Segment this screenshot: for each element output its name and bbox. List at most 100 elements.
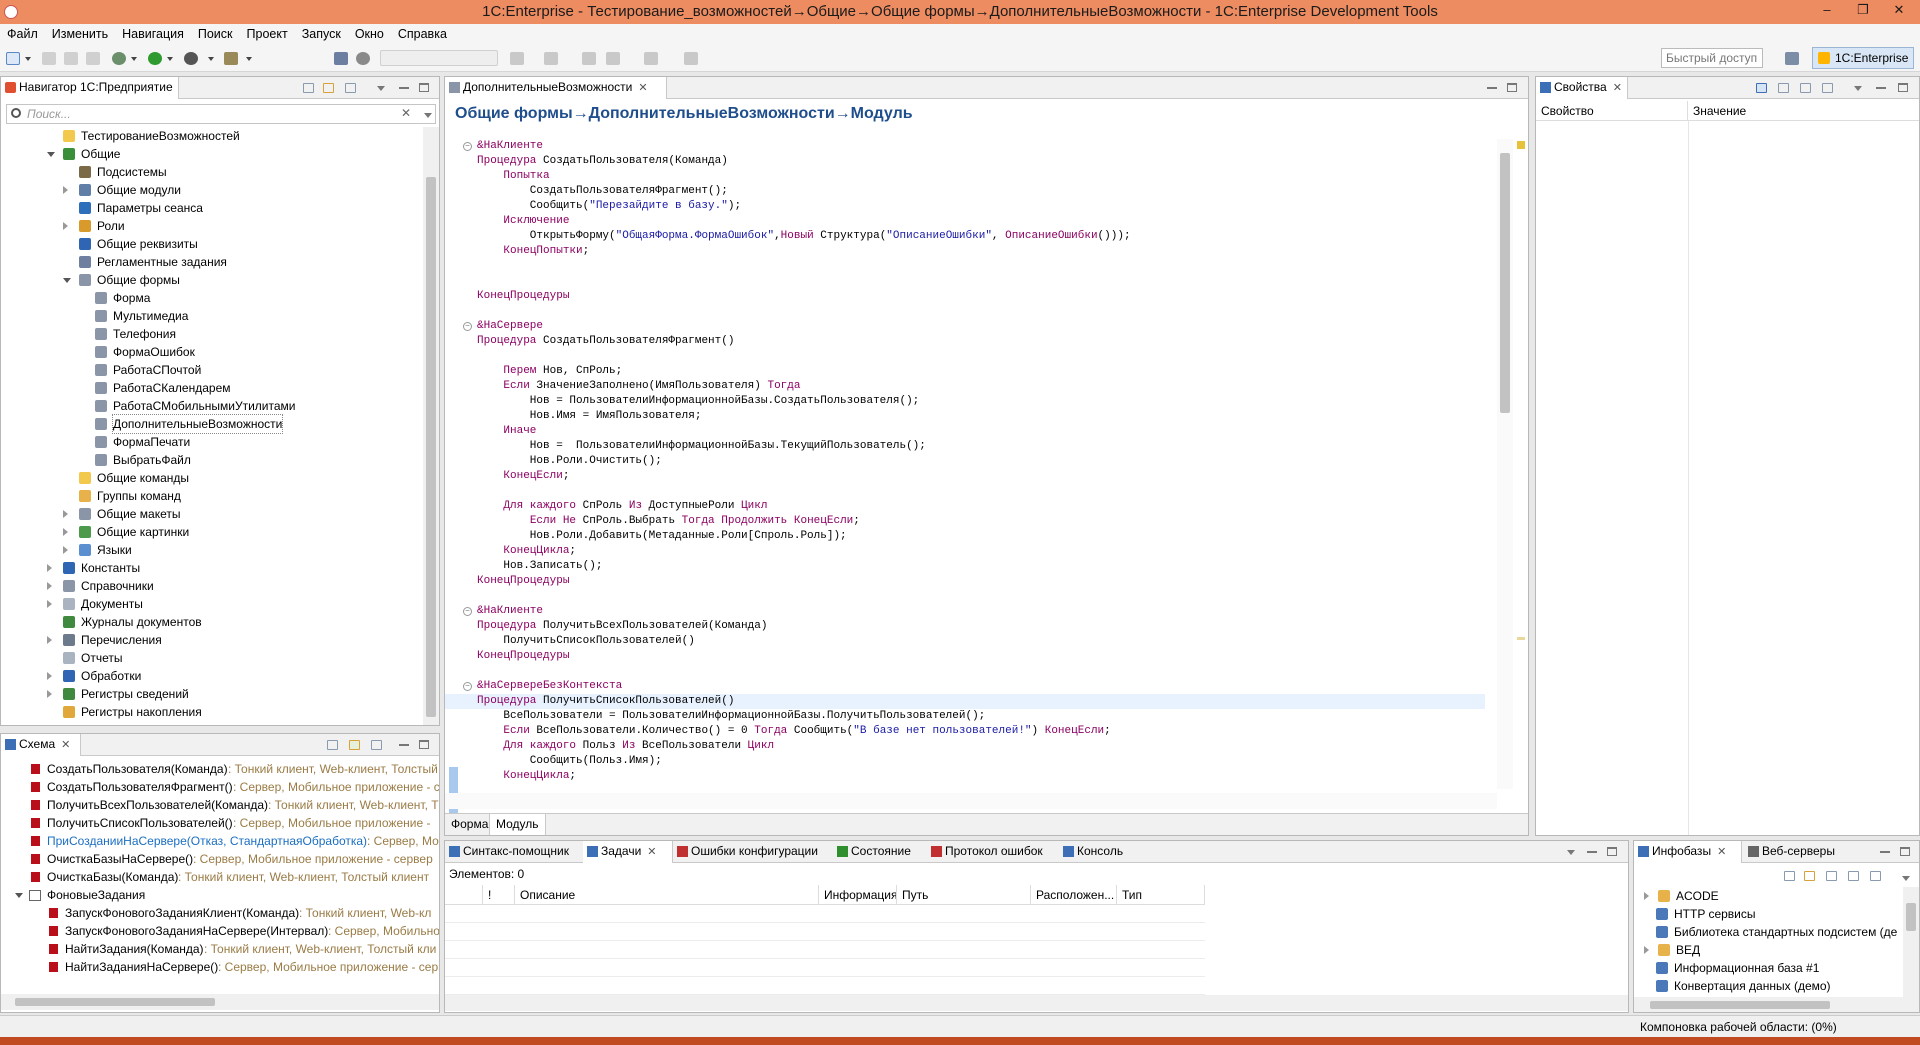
infobase-item[interactable]: Информационная база #1 xyxy=(1634,959,1902,977)
tools-dropdown-icon[interactable] xyxy=(246,57,252,61)
tab-schema[interactable]: Схема ✕ xyxy=(1,734,81,756)
infobase-item[interactable]: Библиотека стандартных подсистем (де xyxy=(1634,923,1902,941)
tree-item[interactable]: Телефония xyxy=(1,325,421,343)
tree-item[interactable]: Параметры сеанса xyxy=(1,199,421,217)
debug-icon[interactable] xyxy=(112,52,126,65)
infobases-vscroll[interactable] xyxy=(1903,887,1919,997)
tree-item[interactable]: Общие макеты xyxy=(1,505,421,523)
tree-item[interactable]: Подсистемы xyxy=(1,163,421,181)
tree-item[interactable]: Группы команд xyxy=(1,487,421,505)
run-dropdown-icon[interactable] xyxy=(167,57,173,61)
new-dropdown-icon[interactable] xyxy=(25,57,31,61)
categories-icon[interactable] xyxy=(1756,83,1767,93)
infobase-item[interactable]: ВЕД xyxy=(1634,941,1902,959)
minimize-view-icon[interactable] xyxy=(399,87,409,89)
code-line[interactable] xyxy=(445,304,1485,319)
code-line[interactable]: − &НаКлиенте xyxy=(445,604,1485,619)
expanded-arrow-icon[interactable] xyxy=(15,893,23,898)
tree-item[interactable]: Обработки xyxy=(1,667,421,685)
close-infobases-icon[interactable]: ✕ xyxy=(1717,846,1726,858)
edit-infobase-icon[interactable] xyxy=(1848,871,1859,881)
code-line[interactable]: Если Не СпРоль.Выбрать Тогда Продолжить … xyxy=(445,514,1485,529)
collapse-infobases-icon[interactable] xyxy=(1784,871,1795,881)
next-annotation-icon[interactable] xyxy=(510,52,524,65)
minimize-button[interactable]: – xyxy=(1810,0,1844,22)
code-line[interactable]: Если ВсеПользователи.Количество() = 0 То… xyxy=(445,724,1485,739)
code-editor[interactable]: − &НаКлиенте Процедура СоздатьПользователя… xyxy=(445,139,1495,799)
property-column-header[interactable]: Свойство xyxy=(1536,101,1688,120)
tab-editor[interactable]: ДополнительныеВозможности ✕ xyxy=(445,77,667,99)
code-line[interactable] xyxy=(445,589,1485,604)
code-line[interactable]: КонецЕсли; xyxy=(445,469,1485,484)
code-line[interactable]: Процедура СоздатьПользователя(Команда) xyxy=(445,154,1485,169)
expanded-arrow-icon[interactable] xyxy=(63,278,71,283)
fold-toggle-icon[interactable]: − xyxy=(463,607,472,616)
print-icon[interactable] xyxy=(86,52,100,65)
minimize-infobases-icon[interactable] xyxy=(1880,851,1890,853)
code-line[interactable]: Сообщить("Перезайдите в базу."); xyxy=(445,199,1485,214)
tree-item[interactable]: Мультимедиа xyxy=(1,307,421,325)
minimize-tasks-icon[interactable] xyxy=(1587,851,1597,853)
code-line[interactable]: Нов.Имя = ИмяПользователя; xyxy=(445,409,1485,424)
tab-console[interactable]: Консоль xyxy=(1059,841,1135,863)
view-menu-icon[interactable] xyxy=(377,86,385,91)
tasks-menu-icon[interactable] xyxy=(1567,850,1575,855)
tasks-column-header[interactable]: ! xyxy=(483,885,515,904)
collapsed-arrow-icon[interactable] xyxy=(63,222,68,230)
pen-icon[interactable] xyxy=(684,52,698,65)
debug-dropdown-icon[interactable] xyxy=(131,57,137,61)
code-line[interactable]: Для каждого Польз Из ВсеПользователи Цик… xyxy=(445,739,1485,754)
tree-item[interactable]: ФормаПечати xyxy=(1,433,421,451)
collapsed-arrow-icon[interactable] xyxy=(63,528,68,536)
tree-item[interactable]: Общие формы xyxy=(1,271,421,289)
minimize-properties-icon[interactable] xyxy=(1876,87,1886,89)
delete-infobase-icon[interactable] xyxy=(1870,871,1881,881)
menu-item[interactable]: Запуск xyxy=(295,24,348,44)
profile-icon[interactable] xyxy=(184,52,198,65)
editor-vscroll-thumb[interactable] xyxy=(1500,153,1510,413)
code-line[interactable]: Для каждого СпРоль Из ДоступныеРоли Цикл xyxy=(445,499,1485,514)
navigator-search-input[interactable]: Поиск... xyxy=(6,104,436,124)
tasks-column-header[interactable]: Тип xyxy=(1117,885,1205,904)
tree-item[interactable]: РаботаСКалендарем xyxy=(1,379,421,397)
menu-item[interactable]: Окно xyxy=(348,24,391,44)
tree-item[interactable]: Отчеты xyxy=(1,649,421,667)
last-edit-icon[interactable] xyxy=(582,52,596,65)
maximize-infobases-icon[interactable] xyxy=(1900,847,1910,856)
tree-item[interactable]: Языки xyxy=(1,541,421,559)
tree-item[interactable]: ВыбратьФайл xyxy=(1,451,421,469)
tree-item[interactable]: РаботаСМобильнымиУтилитами xyxy=(1,397,421,415)
code-line[interactable] xyxy=(445,484,1485,499)
combo-box[interactable] xyxy=(380,50,498,66)
collapsed-arrow-icon[interactable] xyxy=(47,582,52,590)
run-icon[interactable] xyxy=(148,52,162,65)
tree-item[interactable]: Константы xyxy=(1,559,421,577)
minimize-schema-icon[interactable] xyxy=(399,744,409,746)
collapsed-arrow-icon[interactable] xyxy=(47,600,52,608)
tasks-column-header[interactable]: Расположен... xyxy=(1031,885,1117,904)
code-line[interactable]: Попытка xyxy=(445,169,1485,184)
code-line[interactable]: ОткрытьФорму("ОбщаяФорма.ФормаОшибок",Но… xyxy=(445,229,1485,244)
restore-default-icon[interactable] xyxy=(1800,83,1811,93)
pin-properties-icon[interactable] xyxy=(1822,83,1833,93)
code-line[interactable]: СоздатьПользователяФрагмент(); xyxy=(445,184,1485,199)
tree-item[interactable]: Справочники xyxy=(1,577,421,595)
tasks-grid[interactable] xyxy=(445,905,1205,995)
save-icon[interactable] xyxy=(42,52,56,65)
collapse-all-icon[interactable] xyxy=(303,83,314,93)
navigator-scrollbar[interactable] xyxy=(423,127,439,725)
code-line[interactable]: − &НаСервереБезКонтекста xyxy=(445,679,1485,694)
code-line[interactable]: КонецПроцедуры xyxy=(445,649,1485,664)
schema-hscroll-thumb[interactable] xyxy=(15,998,215,1006)
code-line[interactable]: Процедура ПолучитьСписокПользователей() xyxy=(445,694,1485,709)
infobases-hscroll-thumb[interactable] xyxy=(1650,1001,1830,1009)
collapsed-arrow-icon[interactable] xyxy=(1644,946,1649,954)
code-line[interactable]: Нов = ПользователиИнформационнойБазы.Тек… xyxy=(445,439,1485,454)
code-line[interactable]: Иначе xyxy=(445,424,1485,439)
collapse-schema-icon[interactable] xyxy=(327,740,338,750)
code-line[interactable]: Нов.Записать(); xyxy=(445,559,1485,574)
perspective-button[interactable]: 1C:Enterprise xyxy=(1812,47,1914,69)
collapsed-arrow-icon[interactable] xyxy=(63,510,68,518)
tree-item[interactable]: РаботаСПочтой xyxy=(1,361,421,379)
infobase-item[interactable]: HTTP сервисы xyxy=(1634,905,1902,923)
